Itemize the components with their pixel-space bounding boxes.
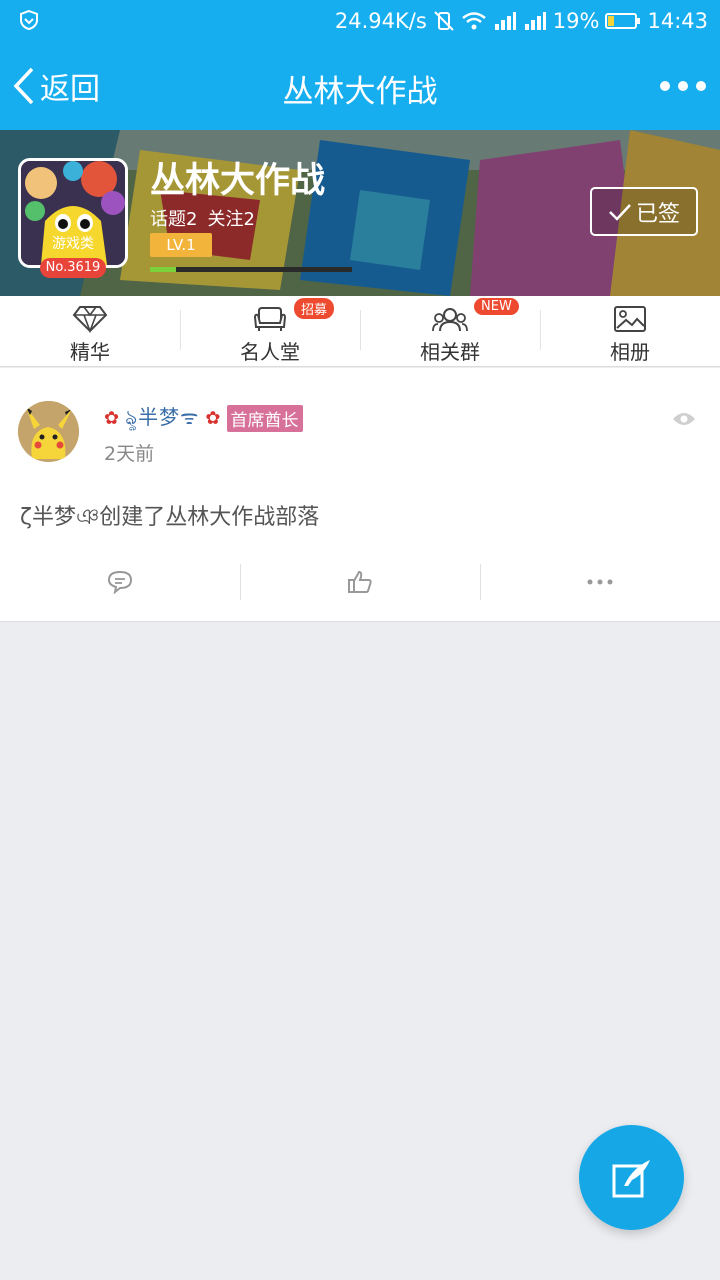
pikachu-avatar-image [18, 401, 79, 462]
group-icon [432, 308, 468, 332]
tab-album[interactable]: 相册 [540, 296, 720, 366]
author-name[interactable]: ৡ半梦ᯤ [125, 401, 199, 436]
sofa-icon [253, 307, 287, 331]
tribe-stats: 话题2 关注2 [150, 205, 255, 231]
like-button[interactable] [240, 564, 480, 600]
role-badge: 首席酋长 [226, 404, 303, 432]
avatar[interactable] [18, 401, 79, 462]
tab-label: 相册 [610, 340, 650, 364]
post-content: ζ半梦ঞ创建了丛林大作战部落 [20, 505, 320, 530]
signal-icon [494, 12, 516, 30]
topics-count: 话题2 [150, 209, 198, 230]
title-bar: 返回 丛林大作战 [0, 42, 720, 130]
vibrate-icon [434, 11, 454, 31]
tab-label: 相关群 [420, 340, 480, 364]
tab-label: 精华 [70, 340, 110, 364]
compose-icon [612, 1159, 650, 1197]
level-progress-fill [150, 267, 177, 272]
tab-essence[interactable]: 精华 [0, 296, 180, 366]
author-row: ✿ ৡ半梦ᯤ ✿ 首席酋长 [104, 404, 303, 432]
post-card[interactable]: ✿ ৡ半梦ᯤ ✿ 首席酋长 2天前 ζ半梦ঞ创建了丛林大作战部落 [0, 368, 720, 622]
tribe-avatar[interactable]: 游戏类 [18, 158, 128, 268]
tribe-name: 丛林大作战 [150, 161, 326, 201]
recruit-badge: 招募 [294, 298, 335, 319]
followers-count: 关注2 [207, 209, 255, 230]
category-label: 游戏类 [52, 236, 94, 252]
like-icon [348, 570, 372, 593]
level-progress-bar [150, 267, 352, 272]
page-title: 丛林大作战 [282, 74, 438, 110]
rose-icon: ✿ [205, 407, 221, 429]
clock: 14:43 [647, 9, 708, 33]
tab-hall-of-fame[interactable]: 名人堂 招募 [180, 296, 360, 366]
signal-icon [524, 12, 546, 30]
wifi-icon [461, 12, 486, 30]
network-speed: 24.94K/s [334, 9, 427, 33]
eye-icon[interactable] [672, 411, 696, 427]
signed-label: 已签 [635, 201, 680, 227]
tab-label: 名人堂 [240, 340, 300, 364]
picture-icon [614, 306, 646, 332]
level-tag: LV.1 [150, 233, 212, 257]
post-actions [0, 564, 720, 600]
more-icon [587, 579, 613, 585]
more-icon[interactable] [660, 68, 706, 104]
new-badge: NEW [474, 298, 519, 315]
signed-button[interactable]: 已签 [590, 187, 698, 236]
comment-icon [107, 570, 133, 594]
compose-button[interactable] [579, 1125, 684, 1230]
rose-icon: ✿ [104, 407, 120, 429]
tribe-tabs: 精华 名人堂 招募 相关群 NEW 相册 [0, 296, 720, 367]
check-icon [609, 203, 631, 221]
post-time: 2天前 [104, 443, 155, 465]
battery-icon [605, 13, 641, 29]
more-button[interactable] [480, 564, 720, 600]
status-bar: 24.94K/s 19% 14:43 [0, 0, 720, 42]
rank-badge: No.3619 [40, 258, 106, 278]
diamond-icon [72, 306, 108, 333]
battery-percent: 19% [552, 9, 600, 33]
comment-button[interactable] [0, 564, 240, 600]
tab-related-groups[interactable]: 相关群 NEW [360, 296, 540, 366]
shield-icon [20, 9, 38, 31]
